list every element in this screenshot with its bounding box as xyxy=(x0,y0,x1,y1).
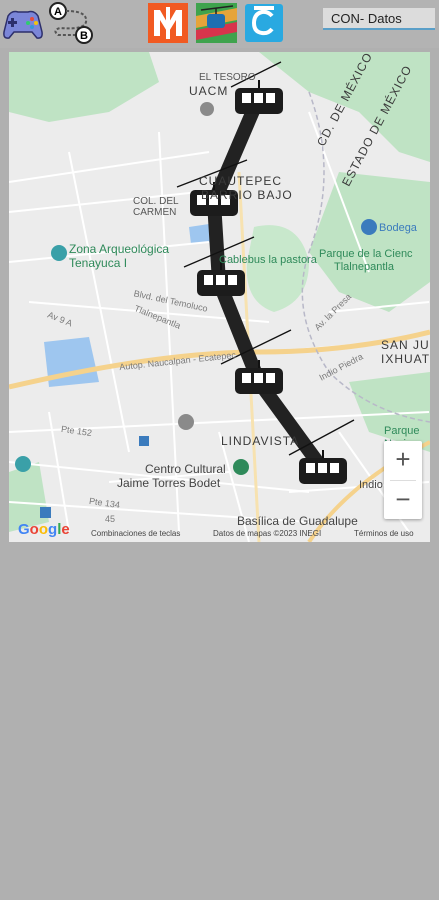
map-data-attribution: Datos de mapas ©2023 INEGI xyxy=(213,529,322,538)
cablebus-logo-icon[interactable] xyxy=(195,2,238,44)
map-label: Tenayuca I xyxy=(69,256,128,270)
c-logo-icon[interactable] xyxy=(244,2,284,44)
svg-text:A: A xyxy=(54,6,62,18)
map-label: Basílica de Guadalupe xyxy=(237,514,358,528)
map-label: COL. DEL xyxy=(133,196,179,207)
zoom-out-button[interactable]: − xyxy=(384,481,422,520)
cable-car-cabin-icon xyxy=(197,262,245,296)
map-view[interactable]: EL TESORO UACM CD. DE MÉXICO ESTADO DE M… xyxy=(9,52,430,542)
map-label: SAN JU xyxy=(381,338,430,352)
map-label: Jaime Torres Bodet xyxy=(117,476,221,490)
map-label: LINDAVISTA xyxy=(221,434,300,448)
cable-car-cabin-icon xyxy=(235,360,283,394)
cable-car-cabin-icon xyxy=(299,450,347,484)
map-label: BARRIO BAJO xyxy=(201,188,293,202)
map-label: Indio xyxy=(359,479,383,491)
map-label: Cablebus la pastora xyxy=(219,254,317,266)
map-label: Centro Cultural xyxy=(145,462,226,476)
game-controller-icon[interactable] xyxy=(2,2,44,44)
map-label: IXHUATE xyxy=(381,352,430,366)
keyboard-shortcuts-link[interactable]: Combinaciones de teclas xyxy=(91,529,180,538)
map-label: Parque de la Cienc xyxy=(319,248,413,260)
map-label: CUAUTEPEC xyxy=(199,174,283,188)
terms-of-use-link[interactable]: Términos de uso xyxy=(354,529,414,538)
map-label: 45 xyxy=(105,514,116,524)
map-label: Bodega xyxy=(379,222,417,234)
route-a-b-icon[interactable]: A B xyxy=(48,2,94,44)
metro-logo-icon[interactable] xyxy=(147,2,189,44)
connection-status[interactable]: CON- Datos xyxy=(323,8,435,30)
google-logo: Google xyxy=(18,521,70,538)
map-label: UACM xyxy=(189,84,229,98)
map-label: Tlalnepantla xyxy=(334,261,394,273)
top-toolbar: A B CON- Datos xyxy=(0,0,439,48)
map-label: Parque xyxy=(384,425,420,437)
map-label: Zona Arqueológica xyxy=(69,242,170,256)
zoom-controls: + − xyxy=(384,441,422,519)
cable-car-cabin-icon xyxy=(235,80,283,114)
map-label: CARMEN xyxy=(133,207,177,218)
map-label: EL TESORO xyxy=(199,72,256,83)
svg-text:B: B xyxy=(80,30,88,42)
zoom-in-button[interactable]: + xyxy=(384,441,422,480)
